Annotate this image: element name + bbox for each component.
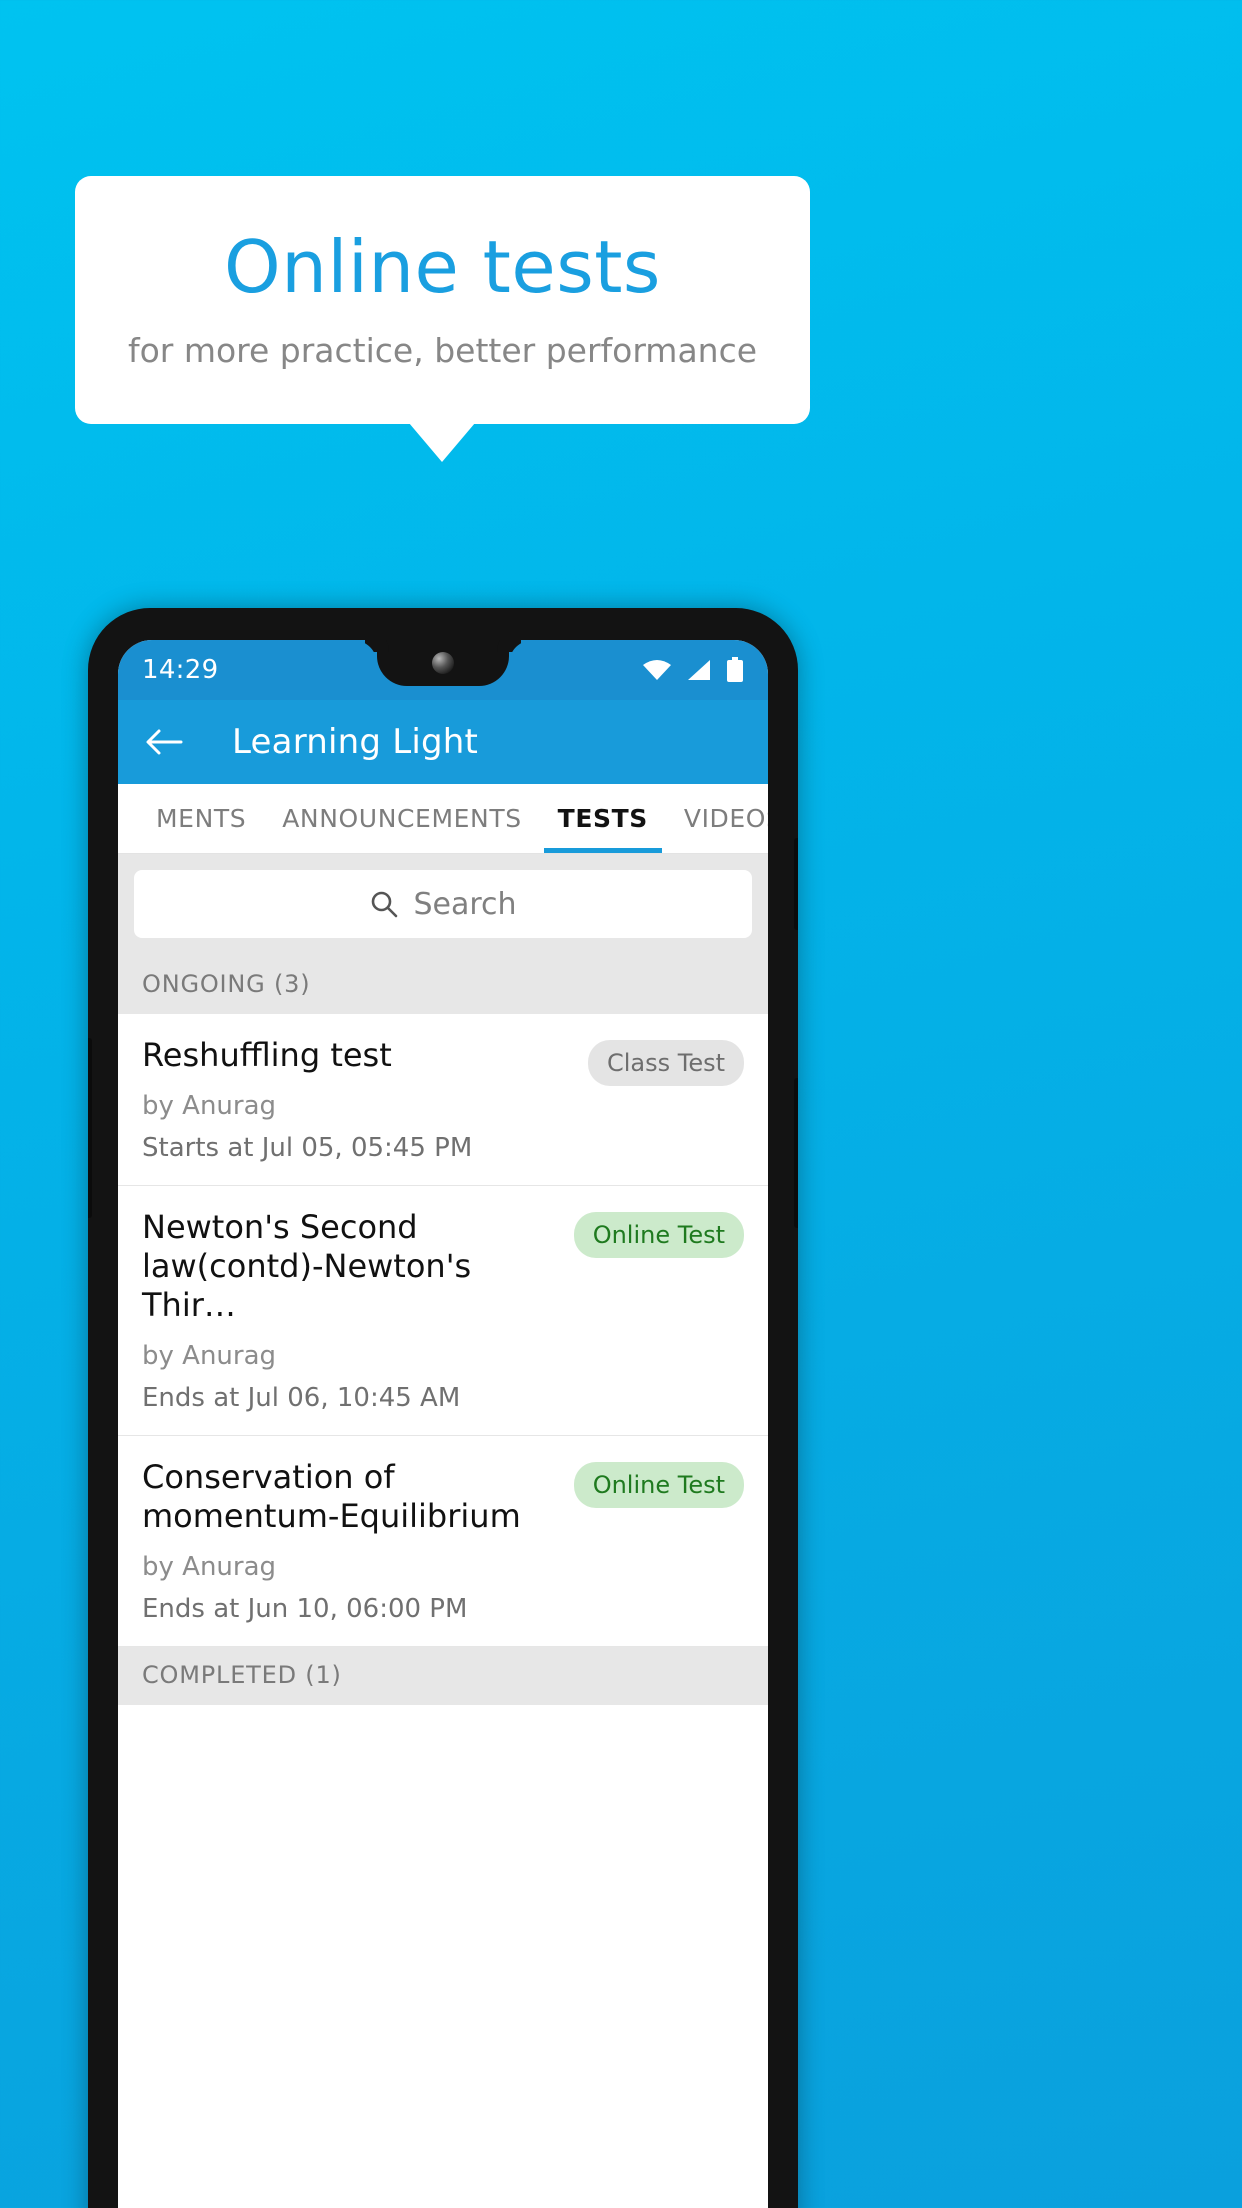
test-list-item[interactable]: Newton's Second law(contd)-Newton's Thir… (118, 1186, 768, 1437)
status-time: 14:29 (142, 655, 219, 685)
test-time: Starts at Jul 05, 05:45 PM (142, 1133, 473, 1164)
test-time: Ends at Jul 06, 10:45 AM (142, 1383, 461, 1414)
wifi-icon (643, 660, 671, 680)
search-placeholder: Search (413, 886, 517, 922)
status-badge: Online Test (573, 1462, 744, 1509)
search-input[interactable]: Search (134, 870, 752, 938)
signal-icon (688, 660, 710, 680)
section-header-ongoing: ONGOING (3) (118, 956, 768, 1014)
test-item-content: Newton's Second law(contd)-Newton's Thir… (142, 1208, 574, 1413)
test-list-item[interactable]: Conservation of momentum-Equilibrium by … (118, 1436, 768, 1648)
test-title: Reshuffling test (142, 1036, 392, 1074)
test-author: by Anurag (142, 1552, 277, 1583)
test-item-content: Reshuffling test by Anurag Starts at Jul… (142, 1036, 588, 1163)
test-title: Newton's Second law(contd)-Newton's Thir… (142, 1208, 472, 1325)
test-title: Conservation of momentum-Equilibrium (142, 1458, 521, 1536)
promo-card-tail (409, 423, 475, 462)
back-arrow-icon[interactable] (142, 720, 186, 764)
battery-icon (727, 657, 743, 682)
phone-side-button[interactable] (88, 1038, 92, 1218)
test-author: by Anurag (142, 1341, 277, 1372)
section-header-completed: COMPLETED (1) (118, 1647, 768, 1706)
search-region: Search (118, 854, 768, 956)
status-icons (642, 657, 744, 683)
promo-subtitle: for more practice, better performance (127, 331, 758, 371)
phone-frame: 14:29 Learning Light MENTS ANNOUNCEMENTS… (88, 608, 798, 2208)
tab-ments[interactable]: MENTS (138, 784, 264, 853)
status-badge: Class Test (587, 1040, 744, 1086)
test-time: Ends at Jun 10, 06:00 PM (142, 1594, 468, 1625)
front-camera-icon (432, 652, 454, 674)
status-bar: 14:29 (118, 640, 768, 700)
phone-notch (377, 640, 509, 686)
status-badge: Online Test (573, 1212, 744, 1259)
tab-tests[interactable]: TESTS (540, 784, 666, 853)
tab-announcements[interactable]: ANNOUNCEMENTS (264, 784, 539, 853)
search-icon (372, 891, 398, 918)
app-bar: Learning Light (118, 700, 768, 784)
phone-volume-button[interactable] (794, 838, 798, 930)
promo-card: Online tests for more practice, better p… (75, 176, 810, 424)
phone-screen: 14:29 Learning Light MENTS ANNOUNCEMENTS… (118, 640, 768, 2208)
test-list-item[interactable]: Reshuffling test by Anurag Starts at Jul… (118, 1014, 768, 1187)
phone-power-button[interactable] (794, 1078, 798, 1228)
test-item-content: Conservation of momentum-Equilibrium by … (142, 1458, 574, 1624)
test-author: by Anurag (142, 1091, 277, 1122)
tab-videos[interactable]: VIDEOS (666, 784, 768, 853)
promo-title: Online tests (224, 224, 661, 309)
tab-bar: MENTS ANNOUNCEMENTS TESTS VIDEOS (118, 784, 768, 854)
app-title: Learning Light (232, 722, 479, 762)
